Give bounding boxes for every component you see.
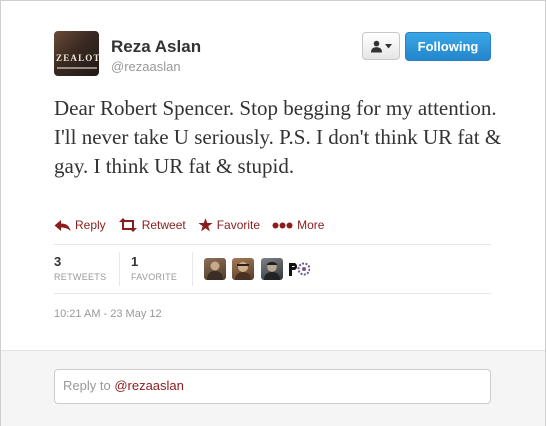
- author-name[interactable]: Reza Aslan: [111, 37, 201, 57]
- stats-divider: [119, 252, 120, 286]
- tweet-card: ZEALOT Reza Aslan @rezaaslan Following D…: [0, 0, 546, 426]
- tweet-text: Dear Robert Spencer. Stop begging for my…: [54, 96, 502, 178]
- user-avatar-3-icon: [264, 262, 280, 280]
- author-handle[interactable]: @rezaaslan: [111, 59, 181, 74]
- avatar-book-title: ZEALOT: [56, 53, 99, 63]
- favorite-count-label: FAVORITE: [131, 272, 178, 282]
- author-avatar[interactable]: ZEALOT: [54, 31, 99, 76]
- divider: [54, 244, 491, 245]
- retweet-icon: [118, 218, 137, 232]
- following-button[interactable]: Following: [405, 32, 491, 61]
- favoriter-avatar[interactable]: [261, 258, 283, 280]
- user-avatar-2-icon: [235, 262, 251, 280]
- tweet-actions: Reply Retweet Favorite More: [54, 216, 336, 234]
- favoriter-avatar[interactable]: [204, 258, 226, 280]
- retweet-action[interactable]: Retweet: [118, 218, 186, 232]
- favorite-label: Favorite: [216, 218, 261, 232]
- more-action[interactable]: More: [272, 218, 324, 232]
- person-icon: [371, 40, 382, 52]
- favoriter-avatar[interactable]: [232, 258, 254, 280]
- reply-prefix: Reply to: [63, 378, 115, 393]
- tweet-timestamp[interactable]: 10:21 AM - 23 May 12: [54, 308, 162, 320]
- reply-mention: @rezaaslan: [114, 378, 184, 393]
- chevron-down-icon: [385, 43, 392, 48]
- reply-label: Reply: [75, 218, 106, 232]
- user-actions-button[interactable]: [362, 32, 400, 60]
- divider: [54, 293, 491, 294]
- retweet-count[interactable]: 3: [54, 254, 61, 269]
- avatar-subtitle-line: [57, 67, 97, 69]
- reply-section: Reply to @rezaaslan: [1, 350, 545, 426]
- user-avatar-1-icon: [207, 261, 223, 280]
- more-dots-icon: [272, 222, 293, 228]
- retweet-count-label: RETWEETS: [54, 272, 107, 282]
- more-label: More: [297, 218, 325, 232]
- reply-arrow-icon: [54, 219, 71, 231]
- reply-action[interactable]: Reply: [54, 218, 106, 232]
- favorite-count[interactable]: 1: [131, 254, 138, 269]
- star-icon: [198, 218, 213, 232]
- stats-divider: [192, 252, 193, 286]
- user-avatar-4-icon: [289, 262, 311, 276]
- favoriter-avatar[interactable]: [288, 258, 311, 280]
- reply-input[interactable]: Reply to @rezaaslan: [54, 369, 491, 404]
- favorite-action[interactable]: Favorite: [198, 218, 260, 232]
- retweet-label: Retweet: [141, 218, 186, 232]
